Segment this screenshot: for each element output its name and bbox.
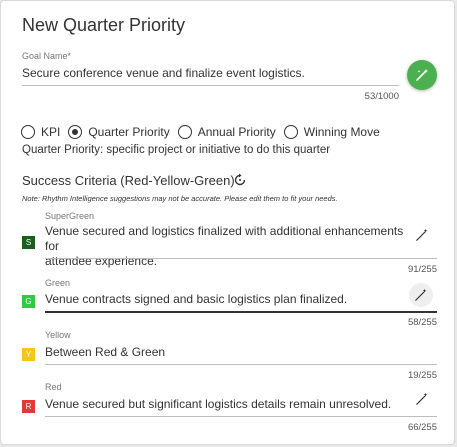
goal-name-counter: 53/1000: [364, 91, 399, 102]
criteria-counter-supergreen: 91/255: [407, 264, 437, 275]
criteria-counter-yellow: 19/255: [407, 370, 437, 381]
badge-yellow: Y: [22, 348, 35, 361]
criteria-label-red: Red: [45, 382, 62, 392]
radio-circle: [21, 125, 35, 139]
criteria-underline: [45, 258, 437, 259]
magic-wand-button[interactable]: [409, 283, 433, 307]
criteria-text-line: Venue secured and logistics finalized wi…: [45, 224, 404, 253]
radio-circle-checked: [68, 125, 83, 139]
dialog-title: New Quarter Priority: [22, 15, 186, 35]
magic-wand-icon: [415, 288, 427, 301]
radio-annual-priority[interactable]: Annual Priority: [177, 125, 276, 139]
criteria-input-red[interactable]: Venue secured but significant logistics …: [45, 397, 405, 412]
ai-disclaimer-note: Note: Rhythm Intelligence suggestions ma…: [22, 194, 338, 203]
radio-circle: [283, 125, 298, 139]
badge-red: R: [22, 400, 35, 413]
new-priority-dialog: New Quarter Priority Goal Name* Secure c…: [0, 0, 455, 445]
criteria-underline-focused: [45, 311, 437, 313]
criteria-input-green[interactable]: Venue contracts signed and basic logisti…: [45, 292, 405, 307]
criteria-underline: [45, 364, 437, 365]
badge-supergreen: S: [22, 236, 35, 249]
radio-label: KPI: [41, 125, 61, 139]
criteria-label-supergreen: SuperGreen: [45, 211, 95, 221]
radio-kpi[interactable]: KPI: [21, 125, 60, 139]
magic-wand-icon: [416, 228, 428, 241]
magic-wand-button[interactable]: [410, 387, 434, 411]
magic-wand-icon: [416, 392, 428, 405]
radio-quarter-priority[interactable]: Quarter Priority: [68, 125, 170, 139]
magic-wand-icon: [416, 69, 428, 81]
priority-type-group: KPI Quarter Priority Annual Priority Win…: [21, 125, 388, 139]
radio-label: Annual Priority: [197, 125, 276, 139]
criteria-input-yellow[interactable]: Between Red & Green: [45, 345, 405, 360]
badge-green: G: [22, 295, 35, 308]
magic-wand-button[interactable]: [407, 60, 437, 90]
criteria-label-yellow: Yellow: [45, 330, 71, 340]
criteria-input-supergreen[interactable]: Venue secured and logistics finalized wi…: [45, 224, 405, 269]
goal-name-underline: [22, 85, 399, 86]
goal-name-label: Goal Name*: [22, 51, 72, 61]
radio-label: Quarter Priority: [88, 125, 170, 139]
radio-circle: [177, 125, 192, 139]
criteria-underline: [45, 416, 437, 417]
magic-wand-button[interactable]: [410, 223, 434, 247]
refresh-icon[interactable]: [232, 172, 248, 188]
radio-label: Winning Move: [303, 125, 380, 139]
radio-winning-move[interactable]: Winning Move: [283, 125, 380, 139]
goal-name-input[interactable]: Secure conference venue and finalize eve…: [22, 66, 305, 81]
priority-type-description: Quarter Priority: specific project or in…: [22, 144, 331, 156]
criteria-text-line: attendee experience.: [45, 254, 158, 268]
criteria-counter-red: 66/255: [407, 422, 437, 433]
success-criteria-heading: Success Criteria (Red-Yellow-Green): [22, 173, 235, 188]
criteria-label-green: Green: [45, 278, 71, 288]
criteria-counter-green: 58/255: [407, 317, 437, 328]
